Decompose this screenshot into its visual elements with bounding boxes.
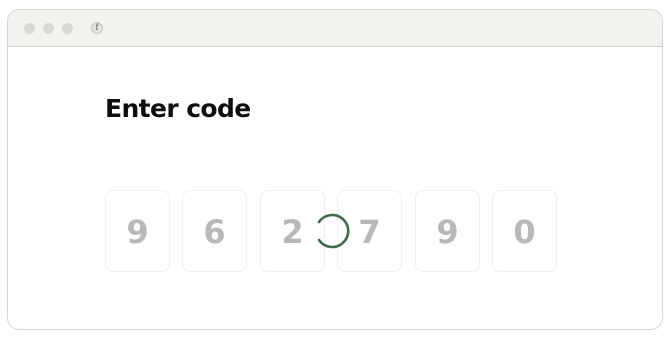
code-digit-5[interactable]: 9 bbox=[415, 190, 480, 272]
minimize-window-button[interactable] bbox=[43, 23, 54, 34]
verification-code-input: 9 6 2 7 9 0 bbox=[105, 190, 560, 274]
close-window-button[interactable] bbox=[24, 23, 35, 34]
browser-window: f Enter code 9 6 2 7 9 0 bbox=[7, 9, 663, 330]
maximize-window-button[interactable] bbox=[62, 23, 73, 34]
page-title: Enter code bbox=[105, 94, 251, 123]
code-digit-1[interactable]: 9 bbox=[105, 190, 170, 272]
code-digit-6[interactable]: 0 bbox=[492, 190, 557, 272]
loading-spinner-icon bbox=[317, 213, 350, 249]
code-digit-2[interactable]: 6 bbox=[182, 190, 247, 272]
title-bar: f bbox=[8, 10, 662, 47]
favicon-icon: f bbox=[91, 22, 103, 34]
